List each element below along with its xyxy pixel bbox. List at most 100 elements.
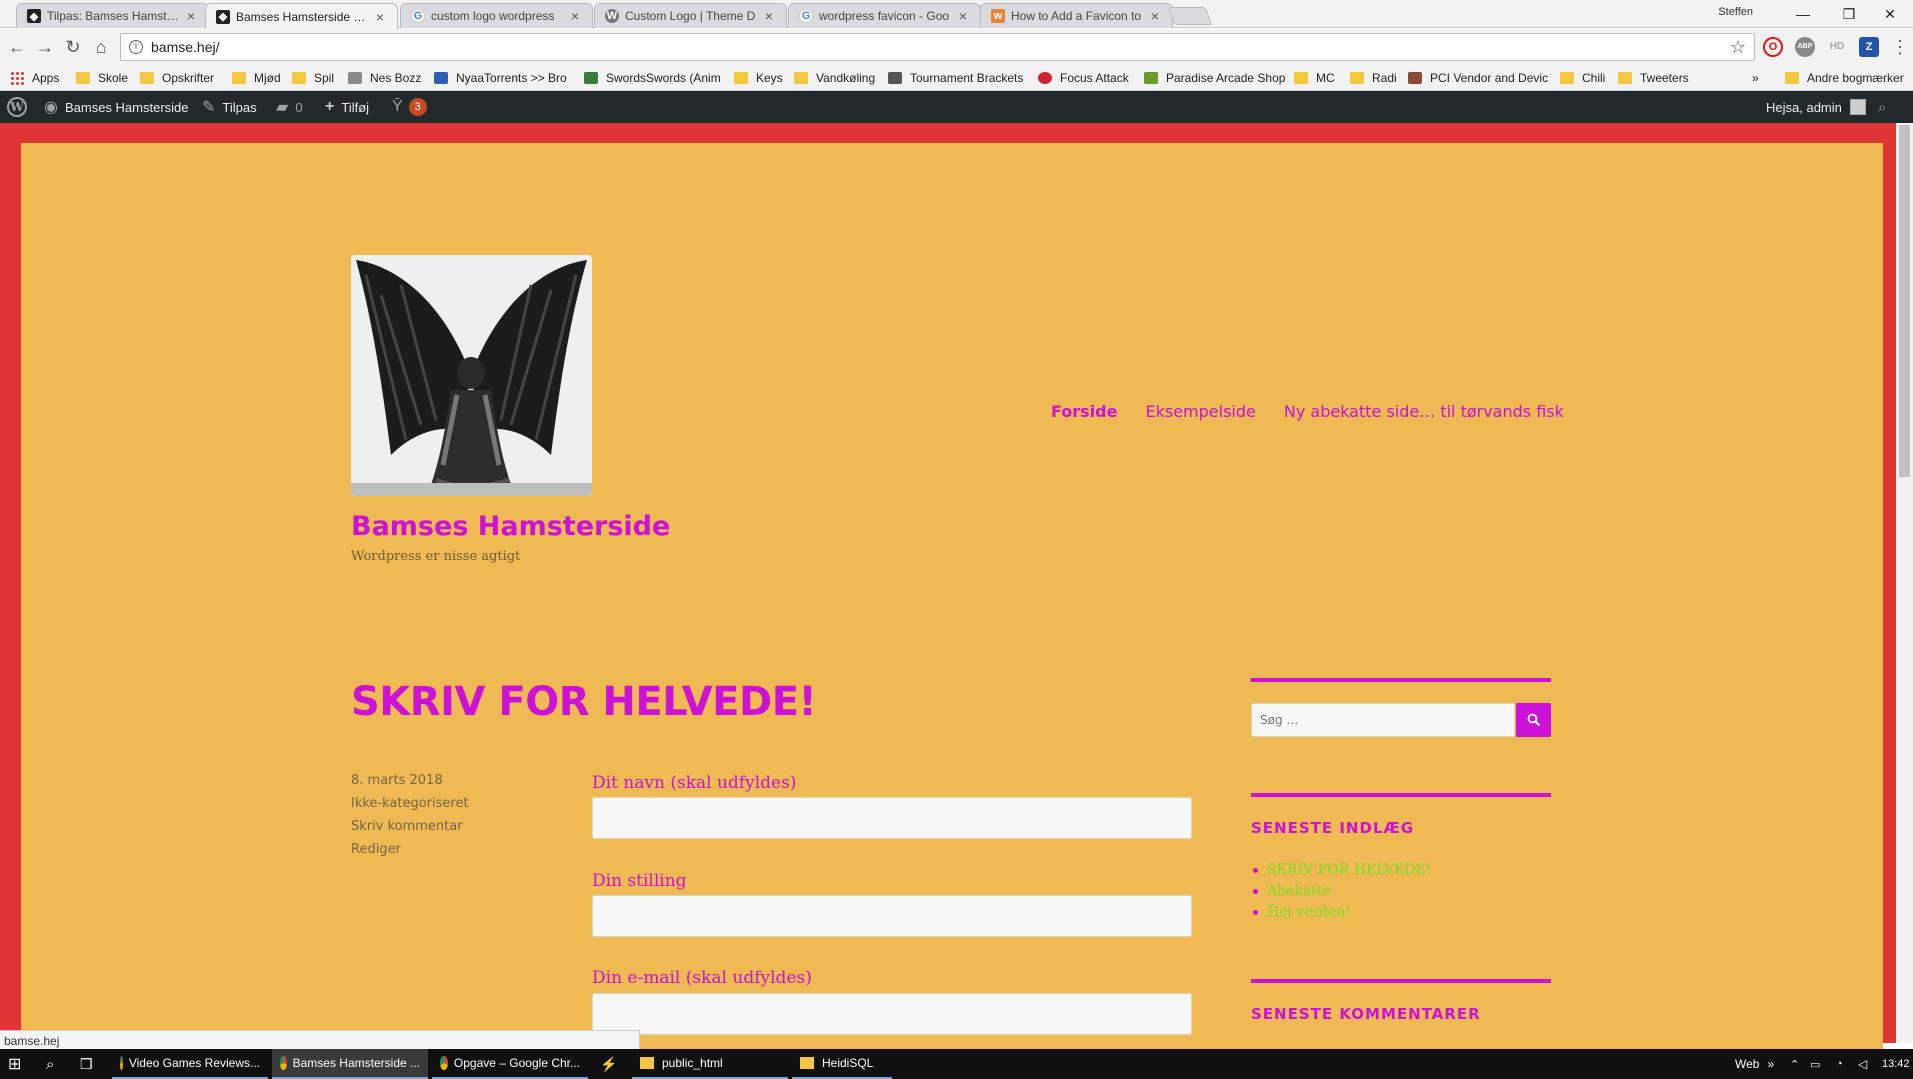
scrollbar-thumb[interactable] xyxy=(1899,125,1910,477)
menu-dots-icon[interactable]: ⋮ xyxy=(1889,37,1911,59)
forward-arrow-icon[interactable]: → xyxy=(34,37,56,59)
clock[interactable]: 13:42 xyxy=(1882,1049,1910,1079)
close-icon[interactable]: × xyxy=(1148,8,1162,24)
bookmark-folder[interactable]: Opskrifter xyxy=(140,69,214,87)
recent-post-link[interactable]: SKRIV FOR HELVEDE! xyxy=(1251,860,1431,881)
page-scrollbar[interactable] xyxy=(1896,123,1913,1043)
bookmark-star-icon[interactable]: ☆ xyxy=(1730,37,1746,58)
windows-start-icon[interactable]: ⊞ xyxy=(8,1049,21,1079)
bookmark-folder[interactable]: Keys xyxy=(734,69,783,87)
taskbar-app[interactable]: Video Games Reviews... xyxy=(112,1049,268,1079)
name-field[interactable] xyxy=(592,797,1192,839)
home-icon[interactable]: ⌂ xyxy=(90,37,112,59)
tab-title: custom logo wordpress xyxy=(431,9,555,23)
bookmark-folder[interactable]: Spil xyxy=(292,69,334,87)
post-edit-link[interactable]: Rediger xyxy=(351,842,401,857)
opera-icon[interactable]: O xyxy=(1763,37,1783,57)
folder-icon xyxy=(76,72,90,84)
site-frame: Bamses Hamsterside Wordpress er nisse ag… xyxy=(0,123,1913,1063)
task-view-icon[interactable]: ❒ xyxy=(80,1049,93,1079)
taskbar-app[interactable]: public_html xyxy=(632,1049,788,1079)
bookmark-link[interactable]: Nes Bozz xyxy=(348,69,421,87)
tab-google-search[interactable]: G custom logo wordpress × xyxy=(400,3,593,28)
admin-comments[interactable]: ▰ 0 xyxy=(276,91,303,123)
close-icon[interactable]: × xyxy=(373,9,387,25)
toolbar-web[interactable]: Web» xyxy=(1735,1049,1774,1079)
site-icon xyxy=(434,72,448,84)
bookmark-apps[interactable]: Apps xyxy=(10,69,59,87)
nav-item-forside[interactable]: Forside xyxy=(1051,402,1117,421)
taskbar-app[interactable]: Bamses Hamsterside ... xyxy=(272,1049,428,1079)
title-field[interactable] xyxy=(592,895,1192,937)
network-icon[interactable]: ◔ xyxy=(1836,1049,1843,1079)
site-icon xyxy=(348,72,362,84)
close-icon[interactable]: × xyxy=(568,8,582,24)
restore-icon[interactable]: ❐ xyxy=(1826,0,1872,28)
info-icon[interactable]: i xyxy=(129,40,143,54)
bookmark-folder[interactable]: Vandkøling xyxy=(794,69,875,87)
post-comment-link[interactable]: Skriv kommentar xyxy=(351,819,463,834)
bookmark-folder[interactable]: Tweeters xyxy=(1618,69,1689,87)
search-icon[interactable]: ⌕ xyxy=(46,1049,54,1079)
bookmark-link[interactable]: Focus Attack xyxy=(1038,69,1129,87)
back-arrow-icon[interactable]: ← xyxy=(6,37,28,59)
tab-wordpress-docs[interactable]: W Custom Logo | Theme D × xyxy=(594,3,787,28)
profile-name[interactable]: Steffen xyxy=(1718,6,1753,18)
bookmark-folder[interactable]: Mjød xyxy=(232,69,281,87)
wordpress-logo-button[interactable]: W xyxy=(7,91,27,123)
post-date[interactable]: 8. marts 2018 xyxy=(351,773,443,788)
bookmark-folder[interactable]: Radi xyxy=(1350,69,1397,87)
bookmark-link[interactable]: SwordsSwords (Anim xyxy=(584,69,721,87)
close-icon[interactable]: × xyxy=(956,8,970,24)
email-field[interactable] xyxy=(592,993,1192,1035)
nav-item-abekatte[interactable]: Ny abekatte side… til tørvands fisk xyxy=(1284,402,1564,421)
hd-icon[interactable]: HD xyxy=(1827,37,1847,57)
recent-post-link[interactable]: Abekatte xyxy=(1251,881,1431,902)
admin-new[interactable]: + Tilføj xyxy=(325,91,369,123)
adblock-icon[interactable]: ABP xyxy=(1795,37,1815,57)
admin-site-name[interactable]: ◉ Bamses Hamsterside xyxy=(44,91,189,123)
search-input[interactable] xyxy=(1251,703,1515,737)
more-bookmarks-button[interactable]: » xyxy=(1752,69,1759,87)
bookmark-link[interactable]: Paradise Arcade Shop xyxy=(1144,69,1285,87)
admin-search[interactable]: ⌕ xyxy=(1878,91,1886,123)
admin-account[interactable]: Hejsa, admin xyxy=(1766,91,1866,123)
battery-icon[interactable]: ▭ xyxy=(1810,1049,1820,1079)
bookmark-folder[interactable]: MC xyxy=(1294,69,1335,87)
tab-customize[interactable]: ◆ Tilpas: Bamses Hamsterside × xyxy=(16,3,209,28)
tray-up-icon[interactable]: ⌃ xyxy=(1790,1049,1799,1079)
windows-taskbar: ⊞ ⌕ ❒ Video Games Reviews... Bamses Hams… xyxy=(0,1049,1913,1079)
close-icon[interactable]: × xyxy=(184,8,198,24)
lightning-app-icon[interactable]: ⚡ xyxy=(600,1049,617,1079)
admin-customize[interactable]: ✎ Tilpas xyxy=(202,91,257,123)
bookmark-link[interactable]: PCI Vendor and Devic xyxy=(1408,69,1548,87)
bookmark-link[interactable]: Tournament Brackets xyxy=(888,69,1023,87)
close-window-icon[interactable]: ✕ xyxy=(1867,0,1913,28)
browser-toolbar: ← → ↻ ⌂ i bamse.hej/ ☆ O ABP HD Z ⋮ xyxy=(0,29,1913,65)
minimize-icon[interactable]: — xyxy=(1780,0,1826,28)
tab-site[interactable]: ◆ Bamses Hamsterside - W × xyxy=(205,3,398,29)
bookmark-folder[interactable]: Chili xyxy=(1560,69,1605,87)
site-icon xyxy=(1038,72,1052,84)
site-logo[interactable] xyxy=(351,255,592,496)
brush-icon: ✎ xyxy=(202,99,216,116)
close-icon[interactable]: × xyxy=(762,8,776,24)
search-button[interactable] xyxy=(1516,703,1551,737)
taskbar-app[interactable]: HeidiSQL xyxy=(792,1049,892,1079)
tab-google-favicon[interactable]: G wordpress favicon - Goo × xyxy=(788,3,981,28)
new-tab-button[interactable] xyxy=(1167,7,1213,25)
admin-yoast[interactable]: Ȳ 3 xyxy=(392,91,427,123)
nav-item-eksempelside[interactable]: Eksempelside xyxy=(1145,402,1255,421)
volume-icon[interactable]: ◁ xyxy=(1858,1049,1867,1079)
other-bookmarks[interactable]: Andre bogmærker xyxy=(1785,69,1904,87)
post-category[interactable]: Ikke-kategoriseret xyxy=(351,796,469,811)
taskbar-app[interactable]: Opgave – Google Chr... xyxy=(432,1049,588,1079)
address-bar[interactable]: i bamse.hej/ ☆ xyxy=(120,33,1755,61)
bookmark-folder[interactable]: Skole xyxy=(76,69,128,87)
reload-icon[interactable]: ↻ xyxy=(62,37,84,59)
bookmark-link[interactable]: NyaaTorrents >> Bro xyxy=(434,69,567,87)
z-extension-icon[interactable]: Z xyxy=(1859,37,1879,57)
tab-wpbeginner[interactable]: w How to Add a Favicon to × xyxy=(980,3,1173,28)
site-title[interactable]: Bamses Hamsterside xyxy=(351,511,670,542)
recent-post-link[interactable]: Hej verden! xyxy=(1251,902,1431,923)
